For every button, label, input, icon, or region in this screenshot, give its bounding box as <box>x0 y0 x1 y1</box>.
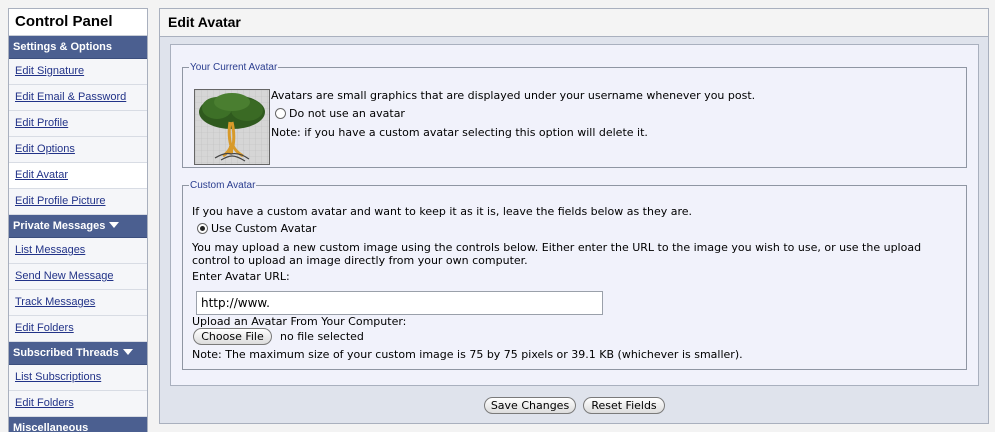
no-avatar-note: Note: if you have a custom avatar select… <box>271 126 648 139</box>
section-settings-options: Settings & Options <box>9 36 147 59</box>
sidebar-item-edit-signature[interactable]: Edit Signature <box>9 59 147 85</box>
current-avatar-image <box>194 89 270 165</box>
section-miscellaneous: Miscellaneous <box>9 417 147 432</box>
custom-intro: If you have a custom avatar and want to … <box>192 205 693 218</box>
choose-file-button[interactable]: Choose File <box>193 328 272 345</box>
save-changes-button[interactable]: Save Changes <box>484 397 576 414</box>
collapse-arrow-icon[interactable] <box>122 349 133 356</box>
control-panel-title: Control Panel <box>9 9 147 36</box>
sidebar-item-edit-folders-pm[interactable]: Edit Folders <box>9 316 147 342</box>
sidebar-item-list-messages[interactable]: List Messages <box>9 238 147 264</box>
avatar-form: Your Current Avatar Avatars are small gr… <box>170 44 979 386</box>
avatar-description: Avatars are small graphics that are disp… <box>271 89 756 102</box>
section-label: Subscribed Threads <box>13 347 119 359</box>
no-avatar-label[interactable]: Do not use an avatar <box>289 107 405 120</box>
sidebar-item-track-messages[interactable]: Track Messages <box>9 290 147 316</box>
section-label: Private Messages <box>13 220 106 232</box>
section-label: Settings & Options <box>13 41 112 53</box>
tree-avatar-icon <box>195 90 269 164</box>
avatar-url-input[interactable]: http://www. <box>196 291 603 315</box>
section-private-messages[interactable]: Private Messages <box>9 215 147 238</box>
collapse-arrow-icon[interactable] <box>109 222 120 229</box>
custom-avatar-legend: Custom Avatar <box>190 180 256 191</box>
no-avatar-radio[interactable] <box>275 108 286 119</box>
size-note: Note: The maximum size of your custom im… <box>192 348 743 361</box>
sidebar-item-list-subscriptions[interactable]: List Subscriptions <box>9 365 147 391</box>
sidebar-item-send-new-message[interactable]: Send New Message <box>9 264 147 290</box>
reset-fields-button[interactable]: Reset Fields <box>583 397 665 414</box>
upload-instructions-line-2: control to upload an image directly from… <box>192 254 528 267</box>
sidebar-item-edit-email-password[interactable]: Edit Email & Password <box>9 85 147 111</box>
use-custom-radio[interactable] <box>197 223 208 234</box>
page-title: Edit Avatar <box>160 9 988 37</box>
sidebar-item-edit-profile-picture[interactable]: Edit Profile Picture <box>9 189 147 215</box>
sidebar-item-edit-profile[interactable]: Edit Profile <box>9 111 147 137</box>
upload-label: Upload an Avatar From Your Computer: <box>192 315 407 328</box>
upload-instructions-line-1: You may upload a new custom image using … <box>192 241 922 254</box>
avatar-url-label: Enter Avatar URL: <box>192 270 290 283</box>
sidebar-item-edit-avatar[interactable]: Edit Avatar <box>9 163 147 189</box>
current-avatar-legend: Your Current Avatar <box>190 62 278 73</box>
custom-avatar-fieldset: Custom Avatar If you have a custom avata… <box>182 180 967 370</box>
sidebar-item-edit-folders-subs[interactable]: Edit Folders <box>9 391 147 417</box>
control-panel-sidebar: Control Panel Settings & Options Edit Si… <box>8 8 148 432</box>
file-status: no file selected <box>280 330 364 343</box>
section-subscribed-threads[interactable]: Subscribed Threads <box>9 342 147 365</box>
use-custom-label[interactable]: Use Custom Avatar <box>211 222 316 235</box>
current-avatar-fieldset: Your Current Avatar Avatars are small gr… <box>182 62 967 168</box>
section-label: Miscellaneous <box>13 422 89 432</box>
sidebar-item-edit-options[interactable]: Edit Options <box>9 137 147 163</box>
edit-avatar-panel: Edit Avatar Your Current Avatar Avatars … <box>159 8 989 424</box>
